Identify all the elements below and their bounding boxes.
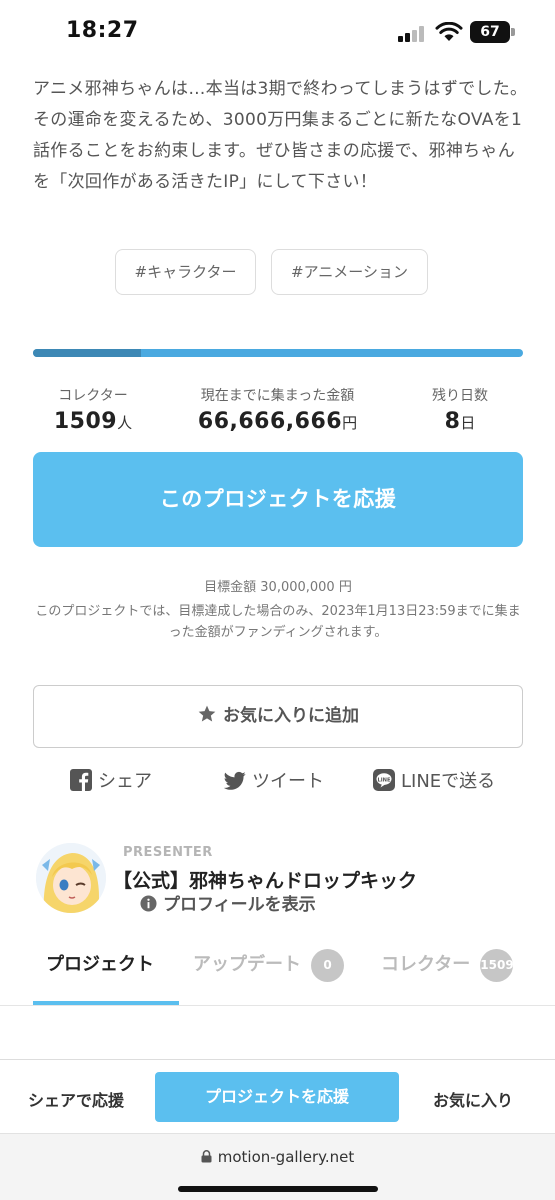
view-profile-link[interactable]: プロフィールを表示 bbox=[140, 890, 316, 915]
project-description: アニメ邪神ちゃんは…本当は3期で終わってしまうはずでした。その運命を変えるため、… bbox=[33, 79, 528, 192]
funding-note: このプロジェクトでは、目標達成した場合のみ、2023年1月13日23:59までに… bbox=[35, 604, 521, 640]
share-line-label: LINEで送る bbox=[401, 771, 496, 792]
tab-updates-label: アップデート bbox=[193, 954, 301, 975]
status-time: 18:27 bbox=[66, 18, 139, 43]
tab-collectors-label: コレクター bbox=[381, 954, 471, 975]
home-indicator[interactable] bbox=[178, 1186, 378, 1192]
facebook-icon bbox=[70, 769, 92, 791]
add-favorite-button[interactable]: お気に入りに追加 bbox=[33, 685, 523, 748]
signal-icon bbox=[398, 26, 426, 42]
days-left-value: 8 bbox=[444, 409, 461, 434]
share-line-link[interactable]: LINE LINEで送る bbox=[373, 767, 495, 797]
days-left-unit: 日 bbox=[460, 414, 476, 432]
collectors-label: コレクター bbox=[58, 388, 128, 404]
wifi-icon bbox=[435, 22, 463, 41]
collectors-unit: 人 bbox=[117, 414, 133, 432]
share-facebook-label: シェア bbox=[98, 771, 152, 792]
collectors-stat: コレクター 1509人 bbox=[38, 386, 148, 438]
tab-divider bbox=[0, 1005, 555, 1006]
lock-icon bbox=[201, 1150, 212, 1163]
tag-character[interactable]: #キャラクター bbox=[115, 249, 256, 295]
updates-count-badge: 0 bbox=[311, 949, 344, 982]
presenter-name[interactable]: 【公式】邪神ちゃんドロップキック bbox=[113, 866, 417, 893]
amount-stat: 現在までに集まった金額 66,666,666円 bbox=[170, 386, 385, 438]
url-display[interactable]: motion-gallery.net bbox=[0, 1148, 555, 1166]
bottom-bar-divider bbox=[0, 1059, 555, 1060]
bottom-favorite-button[interactable]: お気に入り bbox=[433, 1087, 513, 1111]
line-icon: LINE bbox=[373, 769, 395, 791]
bottom-support-button[interactable]: プロジェクトを応援 bbox=[155, 1072, 399, 1122]
info-icon bbox=[140, 895, 157, 912]
star-icon bbox=[198, 705, 216, 722]
status-bar: 18:27 67 bbox=[0, 0, 555, 66]
presenter-avatar-image bbox=[36, 843, 106, 913]
presenter-caption: PRESENTER bbox=[123, 845, 213, 860]
share-facebook-link[interactable]: シェア bbox=[70, 767, 152, 797]
add-favorite-label: お気に入りに追加 bbox=[223, 706, 359, 726]
days-left-stat: 残り日数 8日 bbox=[410, 386, 510, 438]
url-text: motion-gallery.net bbox=[217, 1148, 355, 1166]
share-support-button[interactable]: シェアで応援 bbox=[28, 1087, 124, 1111]
view-profile-label: プロフィールを表示 bbox=[163, 895, 316, 915]
amount-label: 現在までに集まった金額 bbox=[200, 388, 355, 404]
amount-unit: 円 bbox=[342, 414, 358, 432]
tag-animation[interactable]: #アニメーション bbox=[271, 249, 428, 295]
collectors-count-badge: 1509 bbox=[480, 949, 514, 982]
support-project-button[interactable]: このプロジェクトを応援 bbox=[33, 452, 523, 547]
days-left-label: 残り日数 bbox=[432, 388, 488, 404]
battery-level: 67 bbox=[470, 21, 510, 43]
tab-updates[interactable]: アップデート 0 bbox=[193, 948, 344, 982]
tab-project-label: プロジェクト bbox=[46, 954, 154, 975]
svg-text:LINE: LINE bbox=[377, 777, 391, 783]
battery-icon: 67 bbox=[470, 21, 516, 43]
tab-project[interactable]: プロジェクト bbox=[46, 948, 154, 982]
twitter-icon bbox=[223, 771, 246, 790]
presenter-avatar[interactable] bbox=[36, 843, 106, 913]
goal-amount: 目標金額 30,000,000 円 bbox=[204, 580, 352, 595]
funding-progress-fill bbox=[33, 349, 141, 357]
collectors-value: 1509 bbox=[53, 409, 118, 434]
share-twitter-label: ツイート bbox=[252, 771, 324, 792]
tab-collectors[interactable]: コレクター 1509 bbox=[381, 948, 514, 982]
funding-progress-bar bbox=[33, 349, 523, 357]
share-twitter-link[interactable]: ツイート bbox=[223, 767, 324, 797]
amount-value: 66,666,666 bbox=[197, 409, 343, 434]
